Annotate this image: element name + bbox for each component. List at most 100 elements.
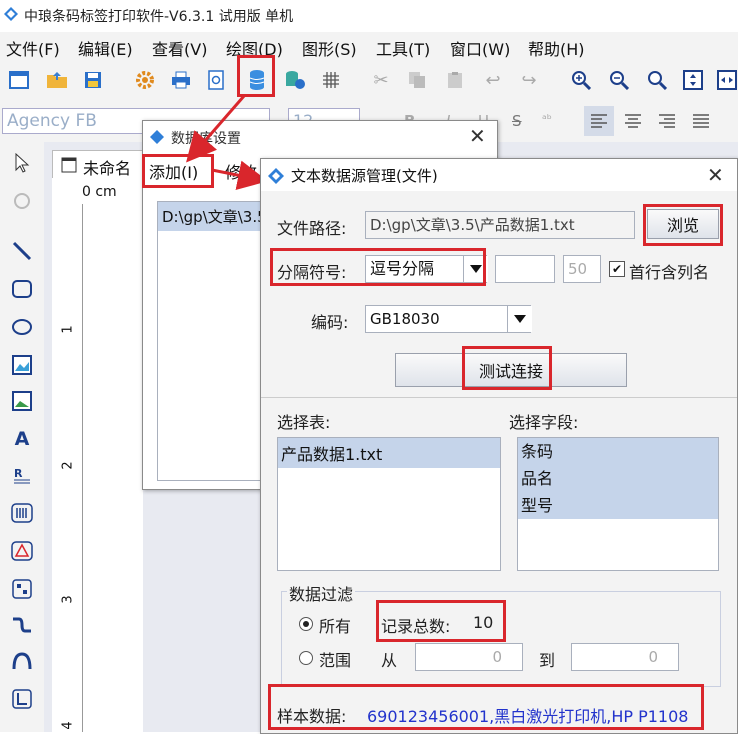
document-tab-label: 未命名: [83, 159, 132, 178]
highlight-browse-button: [643, 204, 723, 246]
undo-icon[interactable]: ↩: [480, 67, 506, 93]
database-settings-titlebar: 数据库设置 ✕: [143, 121, 497, 153]
zoom-icon[interactable]: [644, 67, 670, 93]
close-icon[interactable]: ✕: [469, 124, 486, 148]
polygon-tool-icon[interactable]: [9, 686, 35, 712]
select-table-label: 选择表:: [277, 413, 331, 432]
align-justify-icon[interactable]: [686, 106, 716, 136]
highlight-sample-data: [268, 684, 704, 730]
highlight-database-icon: [237, 55, 275, 97]
picture-tool-icon[interactable]: [9, 388, 35, 414]
menu-help[interactable]: 帮助(H): [528, 36, 585, 60]
close-icon[interactable]: ✕: [707, 163, 724, 187]
rotate-icon[interactable]: [9, 188, 35, 214]
superscript-icon[interactable]: ᵃᵇ: [542, 112, 552, 126]
text-tool-icon[interactable]: A: [9, 426, 35, 452]
line-tool-icon[interactable]: [9, 238, 35, 264]
rectangle-tool-icon[interactable]: [9, 276, 35, 302]
database-settings-title: 数据库设置: [171, 131, 241, 147]
qrcode-tool-icon[interactable]: [9, 576, 35, 602]
open-icon[interactable]: [44, 67, 70, 93]
image-tool-icon[interactable]: [9, 352, 35, 378]
ruler-mark-2: 2: [60, 461, 76, 470]
field-list-item[interactable]: 条码: [518, 438, 718, 465]
paste-icon[interactable]: [442, 67, 468, 93]
copy-icon[interactable]: [404, 67, 430, 93]
zoom-out-icon[interactable]: [606, 67, 632, 93]
label-canvas[interactable]: [83, 204, 143, 732]
barcode-scan-tool-icon[interactable]: [9, 538, 35, 564]
database-link-icon[interactable]: [282, 67, 308, 93]
table-list-item[interactable]: 产品数据1.txt: [278, 438, 500, 468]
highlight-add-button: [142, 154, 214, 188]
redo-icon[interactable]: ↪: [516, 67, 542, 93]
field-list[interactable]: 条码 品名 型号: [517, 437, 719, 571]
database-list[interactable]: D:\gp\文章\3.5: [157, 201, 277, 481]
text-datasource-title: 文本数据源管理(文件): [291, 167, 438, 185]
app-logo-icon: [4, 7, 18, 21]
app-titlebar: 中琅条码标签打印软件-V6.3.1 试用版 单机: [0, 0, 738, 32]
grid-icon[interactable]: [318, 67, 344, 93]
print-icon[interactable]: [168, 67, 194, 93]
actual-size-icon[interactable]: [714, 67, 738, 93]
align-right-icon[interactable]: [652, 106, 682, 136]
menu-file[interactable]: 文件(F): [6, 36, 60, 60]
field-list-item[interactable]: 品名: [518, 465, 718, 492]
menu-shape[interactable]: 图形(S): [302, 36, 357, 60]
select-pointer-icon[interactable]: [9, 150, 35, 176]
divider: [261, 397, 737, 398]
header-checkbox[interactable]: ✔: [609, 261, 625, 277]
ruler-mark-1: 1: [60, 325, 76, 334]
fit-page-icon[interactable]: [680, 67, 706, 93]
app-title: 中琅条码标签打印软件-V6.3.1 试用版 单机: [24, 9, 294, 25]
rich-text-tool-icon[interactable]: R: [9, 462, 35, 488]
dialog-logo-icon: [268, 168, 284, 184]
ellipse-tool-icon[interactable]: [9, 314, 35, 340]
custom-delimiter-field[interactable]: [495, 255, 555, 283]
text-datasource-titlebar: 文本数据源管理(文件) ✕: [261, 159, 737, 191]
align-center-icon[interactable]: [618, 106, 648, 136]
range-from-field[interactable]: 0: [415, 643, 523, 671]
menu-edit[interactable]: 编辑(E): [78, 36, 133, 60]
main-toolbar: ✂ ↩ ↪: [0, 60, 738, 101]
print-preview-icon[interactable]: [204, 67, 230, 93]
max-length-field[interactable]: 50: [563, 255, 601, 283]
barcode-tool-icon[interactable]: [9, 500, 35, 526]
database-list-item[interactable]: D:\gp\文章\3.5: [158, 202, 276, 231]
save-icon[interactable]: [80, 67, 106, 93]
align-left-icon[interactable]: [584, 106, 614, 136]
strikethrough-icon[interactable]: S: [512, 112, 522, 130]
ruler-unit-label: 0 cm: [82, 184, 117, 200]
dialog-logo-icon: [150, 130, 164, 144]
chevron-down-icon[interactable]: [507, 306, 532, 332]
range-from-label: 从: [381, 651, 398, 670]
file-path-field[interactable]: D:\gp\文章\3.5\产品数据1.txt: [365, 211, 635, 239]
field-list-item[interactable]: 型号: [518, 492, 718, 519]
filter-all-radio[interactable]: [299, 617, 313, 631]
zoom-in-icon[interactable]: [568, 67, 594, 93]
edit-button[interactable]: 修改: [225, 159, 257, 183]
ruler-vertical: 1 2 3 4: [52, 204, 83, 732]
header-checkbox-label: 首行含列名: [629, 263, 710, 282]
filter-range-radio[interactable]: [299, 651, 313, 665]
menu-window[interactable]: 窗口(W): [450, 36, 510, 60]
curve-tool-icon[interactable]: [9, 612, 35, 638]
data-filter-label: 数据过滤: [287, 581, 356, 605]
drawing-toolbox: A R: [0, 142, 45, 732]
table-list[interactable]: 产品数据1.txt: [277, 437, 501, 571]
new-icon[interactable]: [6, 67, 32, 93]
menu-tools[interactable]: 工具(T): [376, 36, 430, 60]
document-tab[interactable]: 未命名: [52, 150, 154, 180]
encoding-label: 编码:: [311, 313, 349, 332]
range-to-field[interactable]: 0: [571, 643, 679, 671]
settings-gear-icon[interactable]: [132, 67, 158, 93]
menu-view[interactable]: 查看(V): [152, 36, 207, 60]
document-icon: [61, 157, 77, 173]
cut-icon[interactable]: ✂: [368, 67, 394, 93]
range-to-label: 到: [539, 651, 556, 670]
highlight-delimiter: [270, 248, 486, 286]
ruler-mark-4: 4: [60, 721, 76, 730]
highlight-test-connection: [462, 346, 552, 390]
arc-tool-icon[interactable]: [9, 648, 35, 674]
svg-text:R: R: [14, 467, 23, 480]
